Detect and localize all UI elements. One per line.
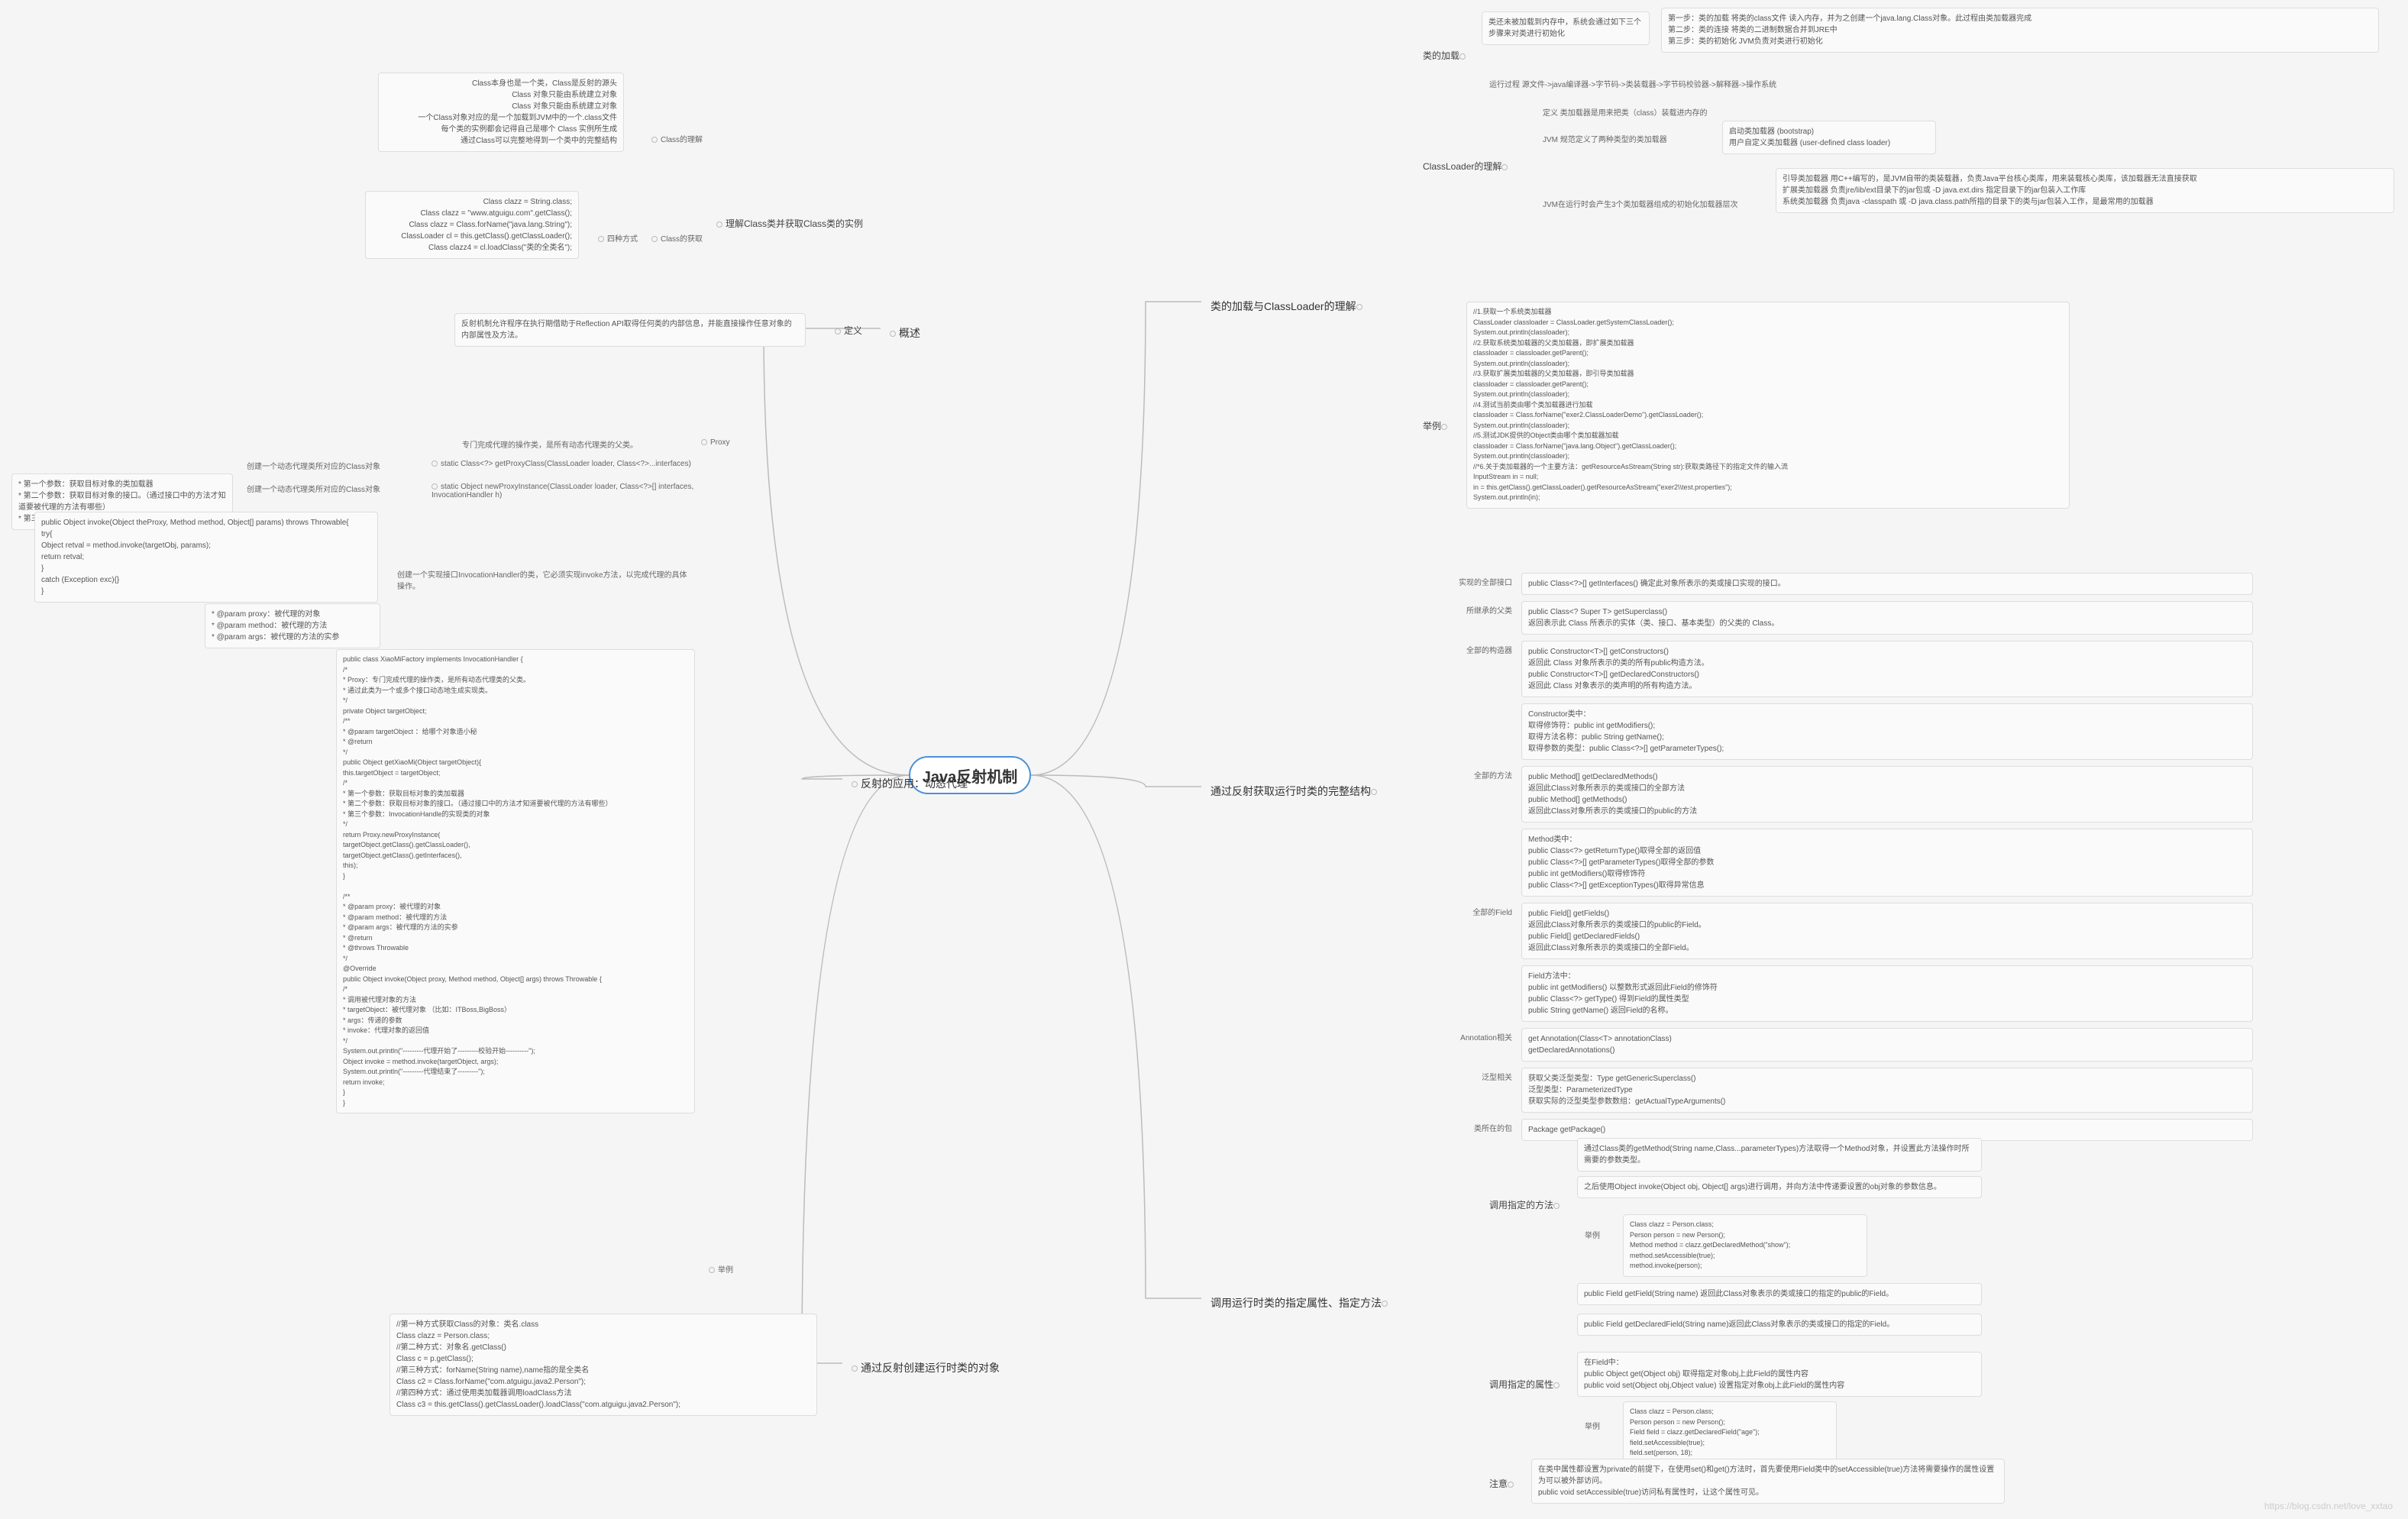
node-create-runtime: 通过反射创建运行时类的对象 <box>842 1356 1009 1380</box>
box-b6-s2c: 在Field中： public Object get(Object obj) 取… <box>1577 1352 1982 1397</box>
node-example-label: 举例 <box>701 1260 741 1278</box>
node-full-structure: 通过反射获取运行时类的完整结构 <box>1201 779 1389 803</box>
box-cl-3load-items: 引导类加载器 用C++编写的，是JVM自带的类装载器，负责Java平台核心类库，… <box>1776 168 2394 213</box>
structure-value: public Constructor<T>[] getConstructors(… <box>1521 641 2253 697</box>
structure-key: 全部的构造器 <box>1428 641 1512 655</box>
node-proxy-m2-desc: 创建一个动态代理类所对应的Class对象 <box>239 480 388 497</box>
structure-key: 全部的Field <box>1428 903 1512 917</box>
node-overview: 概述 <box>881 321 929 345</box>
structure-value: get Annotation(Class<T> annotationClass)… <box>1521 1028 2253 1062</box>
structure-key <box>1428 829 1512 832</box>
structure-key: Annotation相关 <box>1428 1028 1512 1042</box>
node-proxy-m1: static Class<?> getProxyClass(ClassLoade… <box>424 457 699 471</box>
node-invoke-desc: 创建一个实现接口InvocationHandler的类，它必须实现invoke方… <box>389 565 695 594</box>
node-class-understand: 理解Class类并获取Class类的实例 <box>709 214 871 233</box>
structure-value: Field方法中： public int getModifiers() 以整数形… <box>1521 965 2253 1022</box>
structure-value: public Class<?>[] getInterfaces() 确定此对象所… <box>1521 573 2253 595</box>
box-b6-s1a: 通过Class类的getMethod(String name,Class...p… <box>1577 1138 1982 1172</box>
node-def-label: 定义 <box>827 321 870 340</box>
box-b6-s2b: public Field getDeclaredField(String nam… <box>1577 1314 1982 1336</box>
node-cl-example: 举例 <box>1415 416 1458 435</box>
node-dynamic-proxy: 反射的应用：动态代理 <box>842 771 977 796</box>
node-cl-understand: ClassLoader的理解 <box>1415 157 1518 176</box>
structure-key <box>1428 703 1512 706</box>
node-proxy-m2: static Object newProxyInstance(ClassLoad… <box>424 480 722 503</box>
node-proxy: Proxy <box>693 435 738 450</box>
box-class-meaning: Class本身也是一个类，Class是反射的源头 Class 对象只能由系统建立… <box>378 73 624 152</box>
node-def-text: 反射机制允许程序在执行期借助于Reflection API取得任何类的内部信息，… <box>454 313 806 347</box>
node-cl-3load: JVM在运行时会产生3个类加载器组成的初始化加载器层次 <box>1535 195 1746 212</box>
node-class-meaning: Class的理解 <box>644 130 710 147</box>
node-class-get: Class的获取 <box>644 229 710 247</box>
node-class-get-4ways: 四种方式 <box>590 229 645 247</box>
node-invoke-runtime: 调用运行时类的指定属性、指定方法 <box>1201 1291 1400 1315</box>
structure-value: public Field[] getFields() 返回此Class对象所表示… <box>1521 903 2253 959</box>
node-b6-s2ex: 举例 <box>1577 1417 1608 1434</box>
node-proxy-desc: 专门完成代理的操作类，是所有动态代理类的父类。 <box>454 435 645 453</box>
box-b6-s3text: 在类中属性都设置为private的前提下，在使用set()和get()方法时，首… <box>1531 1459 2005 1504</box>
node-invoke-note: 注意 <box>1482 1474 1524 1493</box>
structure-key: 所继承的父类 <box>1428 601 1512 616</box>
structure-key: 实现的全部接口 <box>1428 573 1512 587</box>
box-cl-example-code: //1.获取一个系统类加载器 ClassLoader classloader =… <box>1466 302 2070 509</box>
node-cl-jvm: JVM 规范定义了两种类型的类加载器 <box>1535 130 1675 147</box>
structure-value: Method类中： public Class<?> getReturnType(… <box>1521 829 2253 897</box>
box-load-pre: 类还未被加载到内存中，系统会通过如下三个步骤来对类进行初始化 <box>1482 11 1650 45</box>
node-invoke-field: 调用指定的属性 <box>1482 1375 1570 1394</box>
structure-key: 类所在的包 <box>1428 1119 1512 1133</box>
box-create-runtime-code: //第一种方式获取Class的对象：类名.class Class clazz =… <box>389 1314 817 1416</box>
structure-value: 获取父类泛型类型：Type getGenericSuperclass() 泛型类… <box>1521 1068 2253 1113</box>
box-load-steps: 第一步：类的加载 将类的class文件 读入内存，并为之创建一个java.lan… <box>1661 8 2379 53</box>
watermark: https://blog.csdn.net/love_xxtao <box>2264 1501 2393 1511</box>
node-invoke-method: 调用指定的方法 <box>1482 1195 1570 1214</box>
box-cl-jvm-items: 启动类加载器 (bootstrap) 用户自定义类加载器 (user-defin… <box>1722 121 1936 154</box>
structure-value: public Class<? Super T> getSuperclass() … <box>1521 601 2253 635</box>
box-b6-s1b: 之后使用Object invoke(Object obj, Object[] a… <box>1577 1176 1982 1198</box>
box-b6-s2code: Class clazz = Person.class; Person perso… <box>1623 1401 1837 1464</box>
box-b6-s1code: Class clazz = Person.class; Person perso… <box>1623 1214 1867 1277</box>
box-example-code: public class XiaoMiFactory implements In… <box>336 649 695 1113</box>
node-load-class: 类的加载 <box>1415 46 1476 65</box>
node-load-run: 运行过程 源文件->java编译器->字节码->类装载器->字节码校验器->解释… <box>1482 75 1784 92</box>
structure-key: 泛型相关 <box>1428 1068 1512 1082</box>
node-cl-def: 定义 类加载器是用来把类（class）装载进内存的 <box>1535 103 1715 121</box>
box-invoke-params: * @param proxy：被代理的对象 * @param method：被代… <box>205 603 380 648</box>
node-classloader: 类的加载与ClassLoader的理解 <box>1201 294 1375 318</box>
node-b6-s1ex: 举例 <box>1577 1226 1608 1243</box>
box-class-get: Class clazz = String.class; Class clazz … <box>365 191 579 259</box>
box-b6-s2a: public Field getField(String name) 返回此Cl… <box>1577 1283 1982 1305</box>
structure-key: 全部的方法 <box>1428 766 1512 781</box>
node-proxy-m1-desc: 创建一个动态代理类所对应的Class对象 <box>239 457 388 474</box>
structure-value: Constructor类中： 取得修饰符：public int getModif… <box>1521 703 2253 760</box>
structure-value: public Method[] getDeclaredMethods() 返回此… <box>1521 766 2253 823</box>
structure-key <box>1428 965 1512 968</box>
box-invoke-sig: public Object invoke(Object theProxy, Me… <box>34 512 378 603</box>
